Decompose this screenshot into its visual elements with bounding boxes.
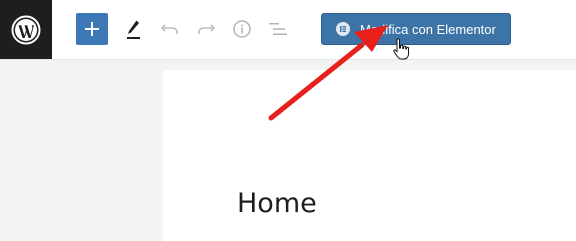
pencil-icon — [127, 20, 140, 39]
add-block-button[interactable] — [76, 13, 108, 45]
tools-button[interactable] — [119, 15, 147, 43]
redo-icon — [198, 24, 216, 34]
info-icon — [233, 20, 251, 38]
wordpress-logo-icon — [11, 15, 41, 44]
edit-with-elementor-button[interactable]: Modifica con Elementor — [321, 13, 511, 45]
editor-screen: Modifica con Elementor Home — [0, 0, 576, 241]
redo-button[interactable] — [192, 15, 220, 43]
page-title[interactable]: Home — [237, 188, 317, 219]
editor-canvas[interactable]: Home — [163, 70, 576, 241]
undo-icon — [160, 24, 178, 34]
editor-toolbar: Modifica con Elementor — [0, 0, 576, 60]
edit-with-elementor-label: Modifica con Elementor — [360, 21, 496, 37]
list-view-button[interactable] — [264, 15, 292, 43]
elementor-icon — [336, 22, 350, 36]
details-button[interactable] — [228, 15, 256, 43]
wordpress-logo-button[interactable] — [0, 0, 52, 59]
undo-button[interactable] — [156, 15, 184, 43]
list-view-icon — [269, 23, 287, 35]
plus-icon — [85, 22, 99, 36]
